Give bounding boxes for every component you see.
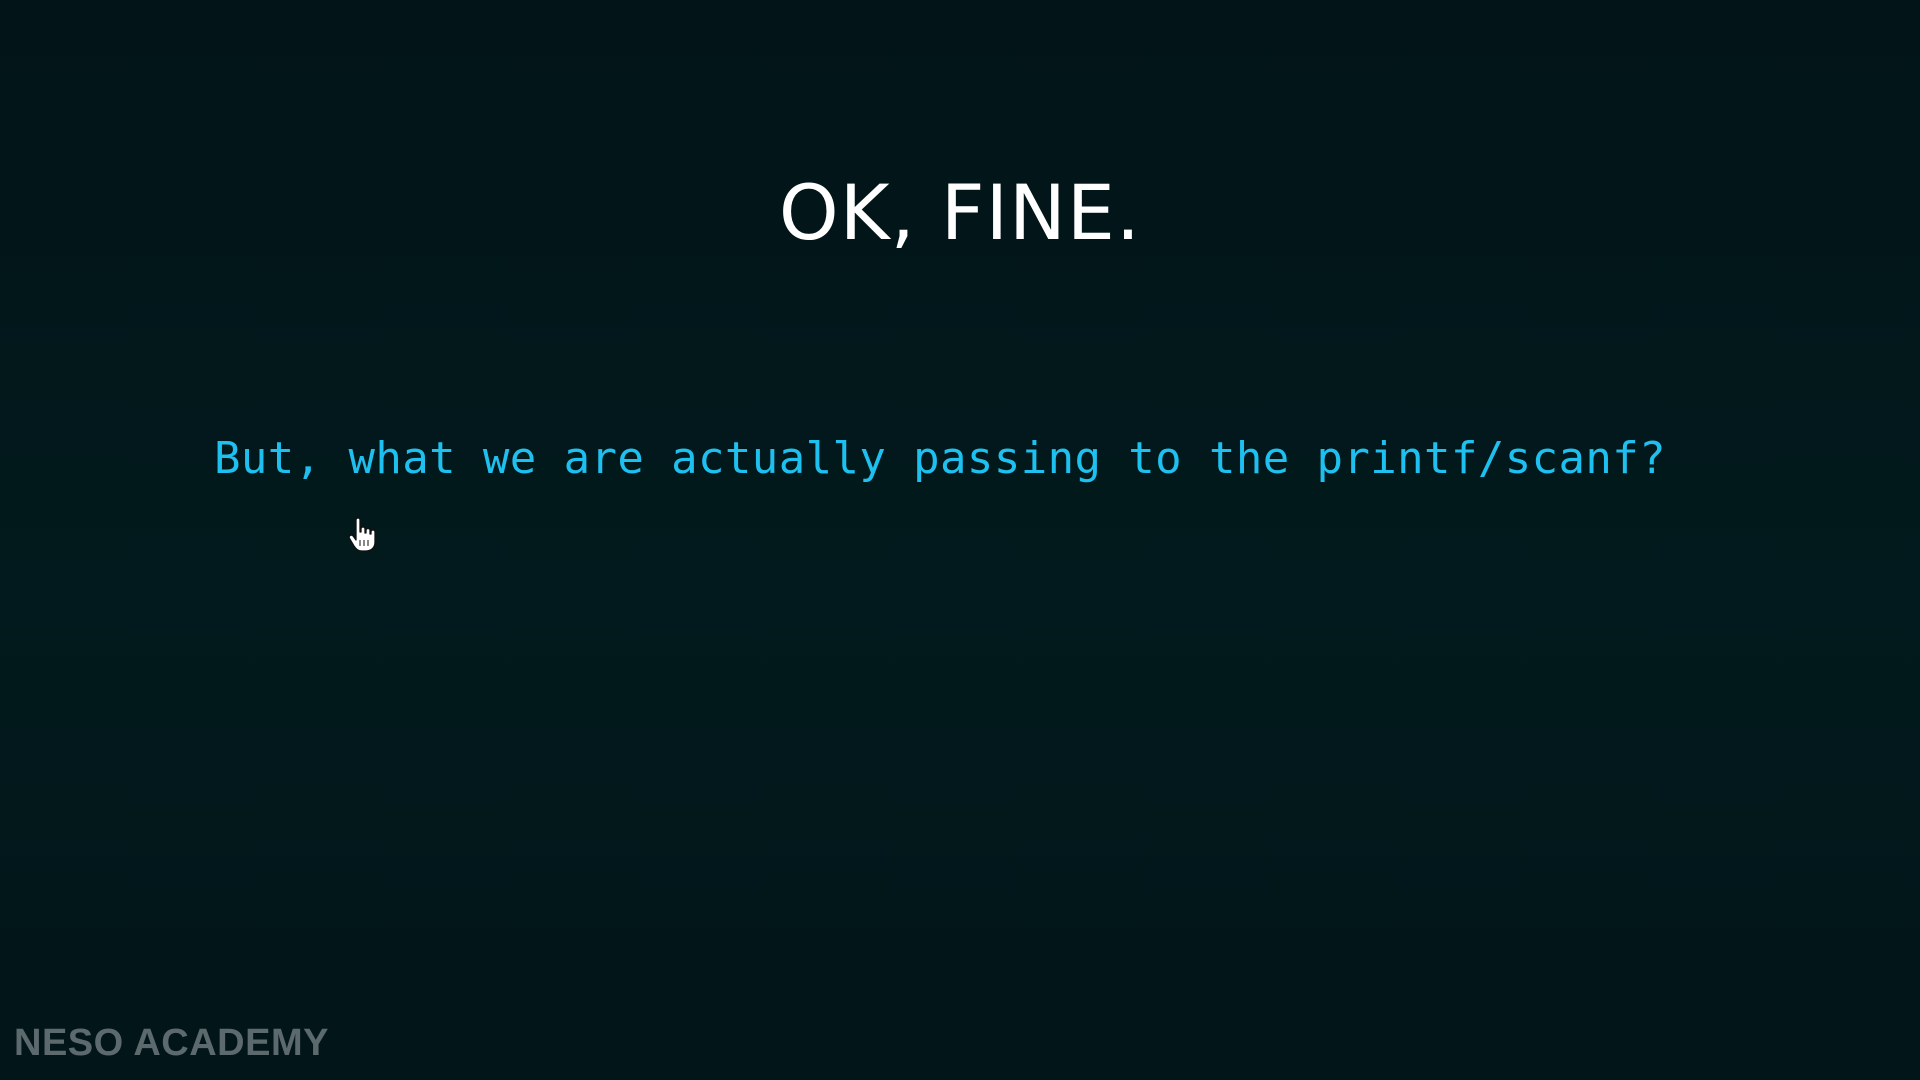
slide-title: OK, FINE. <box>778 168 1142 257</box>
slide: OK, FINE. But, what we are actually pass… <box>0 0 1920 1080</box>
watermark-logo: NESO ACADEMY <box>14 1022 329 1064</box>
hand-pointer-icon <box>348 518 376 552</box>
slide-question: But, what we are actually passing to the… <box>214 433 1667 484</box>
